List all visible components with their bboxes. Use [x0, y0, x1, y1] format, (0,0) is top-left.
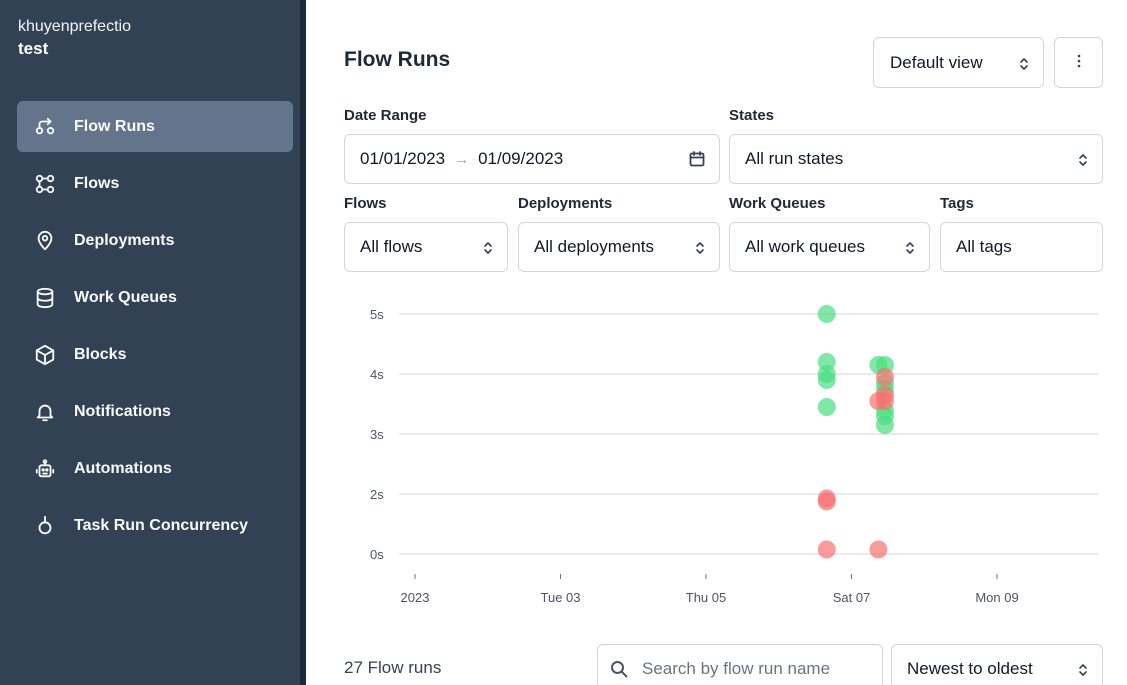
date-range-label: Date Range — [344, 107, 427, 124]
states-select[interactable]: All run states — [729, 134, 1103, 184]
workspace-switcher[interactable]: khuyenprefectio test — [18, 16, 131, 60]
date-range-start: 01/01/2023 — [360, 149, 446, 168]
sidebar-item-label: Flow Runs — [74, 117, 155, 135]
failed-run-point — [817, 540, 836, 559]
sidebar-item-label: Automations — [74, 459, 172, 477]
completed-run-point — [817, 398, 836, 416]
failed-run-point — [869, 540, 888, 559]
sidebar-item-label: Deployments — [74, 231, 175, 249]
more-vertical-icon — [1077, 53, 1081, 73]
sidebar-item-work-queues[interactable]: Work Queues — [17, 272, 293, 323]
flows-select[interactable]: All flows — [344, 222, 508, 272]
sort-value: Newest to oldest — [907, 659, 1033, 678]
sidebar-item-deployments[interactable]: Deployments — [17, 215, 293, 266]
arrow-right-icon: → — [454, 150, 470, 168]
robot-icon — [33, 457, 57, 481]
date-range-picker[interactable]: 01/01/2023 → 01/09/2023 — [344, 134, 720, 184]
sidebar-item-label: Work Queues — [74, 288, 177, 306]
calendar-icon — [688, 150, 706, 168]
states-value: All run states — [745, 149, 844, 168]
map-pin-icon — [33, 229, 57, 253]
account-name: khuyenprefectio — [18, 18, 131, 35]
flow-runs-icon — [33, 115, 57, 139]
sort-select[interactable]: Newest to oldest — [891, 644, 1103, 685]
x-tick-label: Mon 09 — [975, 590, 1018, 605]
work-queues-label: Work Queues — [729, 195, 826, 212]
failed-run-point — [817, 492, 836, 511]
y-tick-label: 3s — [370, 427, 384, 442]
view-select[interactable]: Default view — [873, 37, 1044, 88]
sidebar-item-blocks[interactable]: Blocks — [17, 329, 293, 380]
page-title: Flow Runs — [344, 48, 451, 71]
chevron-up-down-icon — [1078, 662, 1088, 676]
flows-label: Flows — [344, 195, 387, 212]
completed-run-point — [817, 305, 836, 323]
tags-value: All tags — [956, 237, 1012, 256]
y-tick-label: 0s — [370, 547, 384, 562]
cube-icon — [33, 343, 57, 367]
sidebar: khuyenprefectio test Flow Runs Flows Dep… — [0, 0, 306, 685]
x-tick-label: Thu 05 — [686, 590, 726, 605]
completed-run-point — [875, 416, 894, 434]
sidebar-item-notifications[interactable]: Notifications — [17, 386, 293, 437]
chevron-up-down-icon — [1019, 56, 1029, 70]
more-menu-button[interactable] — [1054, 37, 1103, 88]
states-label: States — [729, 107, 775, 124]
failed-run-point — [875, 392, 894, 410]
x-tick-label: 2023 — [401, 590, 430, 605]
work-queues-value: All work queues — [745, 237, 866, 256]
x-tick-label: Tue 03 — [541, 590, 581, 605]
y-tick-label: 2s — [370, 487, 384, 502]
work-queues-select[interactable]: All work queues — [729, 222, 930, 272]
deployments-label: Deployments — [518, 195, 613, 212]
tags-label: Tags — [940, 195, 974, 212]
sidebar-item-task-run-concurrency[interactable]: Task Run Concurrency — [17, 500, 293, 551]
sidebar-item-automations[interactable]: Automations — [17, 443, 293, 494]
date-range-end: 01/09/2023 — [478, 149, 564, 168]
view-select-value: Default view — [890, 52, 983, 72]
chart-canvas: 5s 4s 3s 2s 0s 2023 Tue 03 Thu 05 Sat 07 Mon 09 — [370, 305, 1098, 605]
sidebar-item-label: Blocks — [74, 345, 127, 363]
sidebar-item-label: Flows — [74, 174, 120, 192]
deployments-select[interactable]: All deployments — [518, 222, 720, 272]
search-icon — [611, 661, 628, 678]
sidebar-item-label: Task Run Concurrency — [74, 516, 248, 534]
chevron-up-down-icon — [1078, 152, 1088, 166]
search-input[interactable] — [642, 659, 862, 679]
chevron-up-down-icon — [695, 240, 705, 254]
y-tick-label: 5s — [370, 307, 384, 322]
search-box — [597, 644, 883, 685]
completed-run-point — [817, 371, 836, 389]
failed-run-point — [875, 368, 894, 386]
workspace-name: test — [18, 39, 49, 58]
database-icon — [33, 286, 57, 310]
flow-runs-count: 27 Flow runs — [344, 658, 442, 677]
flows-icon — [33, 172, 57, 196]
sidebar-item-label: Notifications — [74, 402, 171, 420]
x-tick-label: Sat 07 — [833, 590, 871, 605]
deployments-value: All deployments — [534, 237, 655, 256]
tags-input[interactable]: All tags — [940, 222, 1103, 272]
y-tick-label: 4s — [370, 367, 384, 382]
sidebar-nav: Flow Runs Flows Deployments Work Queues … — [17, 101, 293, 557]
chevron-up-down-icon — [905, 240, 915, 254]
flows-value: All flows — [360, 237, 423, 256]
sidebar-item-flow-runs[interactable]: Flow Runs — [17, 101, 293, 152]
sidebar-item-flows[interactable]: Flows — [17, 158, 293, 209]
concurrency-icon — [33, 514, 57, 538]
bell-icon — [33, 400, 57, 424]
flow-runs-scatter-chart: 5s 4s 3s 2s 0s 2023 Tue 03 Thu 05 Sat 07 Mon 09 — [344, 290, 1109, 620]
chevron-up-down-icon — [483, 240, 493, 254]
